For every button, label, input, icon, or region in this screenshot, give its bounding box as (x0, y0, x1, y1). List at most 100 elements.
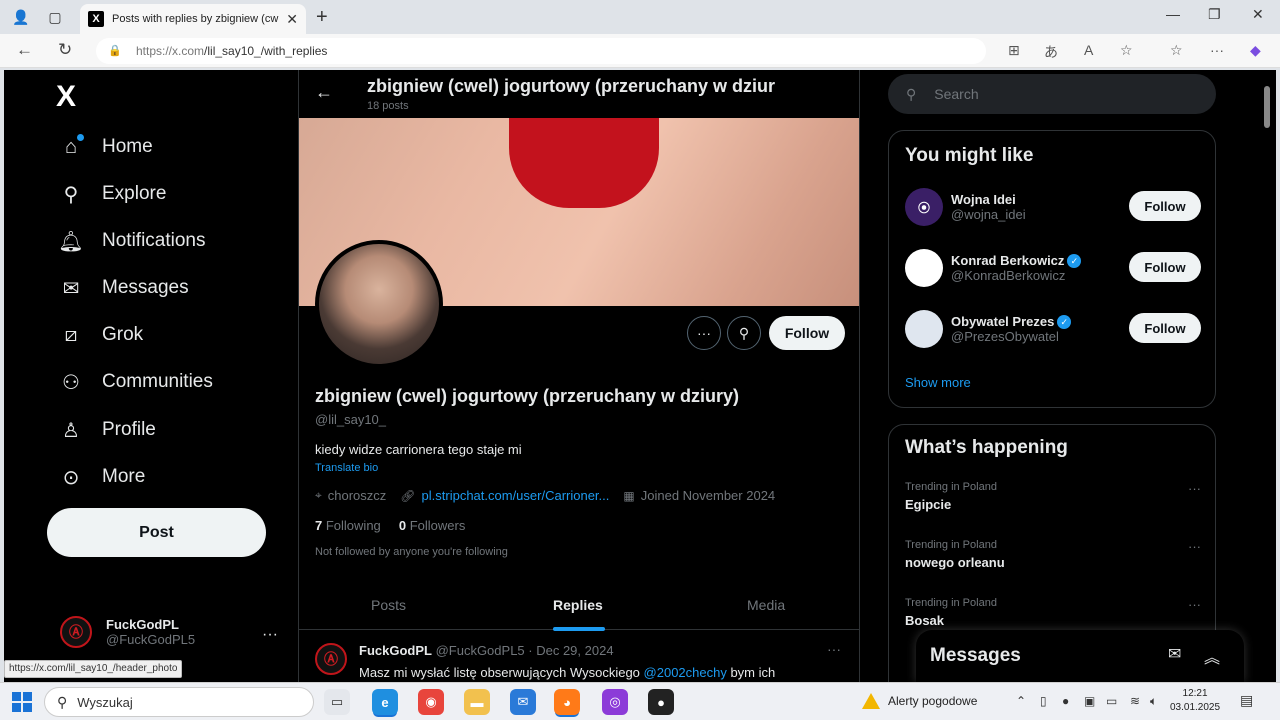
trend-context: Trending in Poland (905, 597, 997, 609)
translate-bio-link[interactable]: Translate bio (315, 462, 378, 474)
nav-item-communities[interactable]: ⚇ Communities (58, 362, 213, 402)
card-title: You might like (905, 145, 1034, 166)
tab-actions-icon[interactable]: ▢ (44, 6, 66, 28)
camera-icon[interactable]: ▣ (1084, 694, 1095, 708)
account-switcher[interactable]: Ⓐ FuckGodPL @FuckGodPL5 (60, 616, 195, 648)
tab-posts[interactable]: Posts (371, 580, 406, 630)
browser-tabbar: 👤 ▢ X Posts with replies by zbigniew (cw… (0, 0, 1280, 34)
tweet-author[interactable]: FuckGodPL (359, 643, 432, 658)
show-more-link[interactable]: Show more (905, 375, 971, 390)
apps-icon[interactable]: ⊞ (1008, 42, 1020, 59)
profile-avatar[interactable] (315, 240, 443, 368)
trend-more-icon[interactable]: ··· (1188, 597, 1201, 612)
nav-item-notifications[interactable]: 🔔︎ Notifications (58, 221, 205, 261)
warning-icon (862, 693, 880, 709)
nav-item-more[interactable]: ⊙ More (58, 457, 146, 497)
edge-icon[interactable]: e (372, 689, 398, 715)
tab-media[interactable]: Media (747, 580, 785, 630)
windows-start-icon[interactable] (12, 692, 32, 712)
close-window-icon[interactable]: ✕ (1252, 6, 1264, 23)
status-url: https://x.com/lil_say10_/header_photo (4, 660, 183, 678)
firefox-icon[interactable]: ◕ (554, 689, 580, 715)
verified-badge-icon: ✓ (1067, 254, 1082, 269)
copilot-icon[interactable]: ◆ (1250, 42, 1261, 59)
nav-item-grok[interactable]: ⧄ Grok (58, 315, 144, 355)
expand-chevron-icon[interactable]: ︽ (1204, 644, 1220, 668)
read-aloud-icon[interactable]: A (1084, 42, 1093, 58)
nav-item-messages[interactable]: ✉ Messages (58, 268, 189, 308)
minimize-icon[interactable]: — (1166, 6, 1180, 22)
back-arrow-icon[interactable]: ← (315, 82, 333, 103)
suggestion-item[interactable]: Konrad Berkowicz ✓ @KonradBerkowicz Follo… (905, 246, 1201, 290)
tab-replies[interactable]: Replies (553, 580, 603, 630)
more-options-icon[interactable]: ··· (687, 316, 721, 350)
app-icon[interactable]: ◎ (602, 689, 628, 715)
nav-label: Explore (102, 183, 167, 204)
trend-more-icon[interactable]: ··· (1188, 481, 1201, 496)
scrollbar[interactable] (1264, 86, 1270, 128)
people-icon: ⚇ (62, 371, 80, 394)
messages-drawer[interactable]: Messages ✉ ︽ (916, 630, 1244, 682)
account-more-icon[interactable]: ··· (262, 626, 278, 644)
right-sidebar: ⚲ Search You might like ⦿ Wojna Idei @wo… (860, 70, 1276, 682)
suggestion-name: Konrad Berkowicz ✓ (951, 253, 1082, 269)
suggestion-item[interactable]: ⦿ Wojna Idei @wojna_idei Follow (905, 185, 1201, 229)
left-nav: X ⌂ Home ⚲ Explore 🔔︎ Notifications ✉ Me… (4, 70, 298, 682)
trend-item[interactable]: Trending in Poland nowego orleanu ··· (905, 539, 1201, 579)
follow-button[interactable]: Follow (1129, 252, 1201, 282)
mic-icon[interactable]: ● (1062, 694, 1069, 708)
follow-button[interactable]: Follow (769, 316, 845, 350)
tray-chevron-icon[interactable]: ⌃ (1016, 694, 1026, 708)
new-message-icon[interactable]: ✉ (1168, 644, 1181, 664)
chrome-icon[interactable]: ◉ (418, 689, 444, 715)
suggestion-item[interactable]: Obywatel Prezes ✓ @PrezesObywatel Follow (905, 307, 1201, 351)
mail-icon[interactable]: ✉ (510, 689, 536, 715)
avatar[interactable]: Ⓐ (315, 643, 347, 675)
task-view-icon[interactable]: ▭ (324, 689, 350, 715)
follow-stats: 7 Following 0 Followers (315, 518, 465, 533)
menu-dots-icon[interactable]: ··· (1210, 42, 1224, 58)
translate-icon[interactable]: あ (1044, 42, 1058, 62)
envelope-icon: ✉ (62, 277, 80, 300)
weather-widget[interactable]: Alerty pogodowe (862, 693, 977, 709)
trend-context: Trending in Poland (905, 539, 997, 551)
browser-tab[interactable]: X Posts with replies by zbigniew (cw ✕ (80, 4, 306, 34)
clock[interactable]: 12:21 03.01.2025 (1170, 687, 1220, 715)
file-explorer-icon[interactable]: ▬ (464, 689, 490, 715)
nav-item-home[interactable]: ⌂ Home (58, 127, 153, 167)
post-button[interactable]: Post (47, 508, 266, 557)
url-bar[interactable]: 🔒 https://x.com/lil_say10_/with_replies (96, 38, 986, 64)
mention-link[interactable]: @2002chechy (644, 665, 727, 680)
tray-icon[interactable]: ▯ (1040, 694, 1047, 708)
followers-link[interactable]: 0 Followers (399, 518, 465, 533)
profile-icon[interactable]: 👤 (10, 6, 32, 28)
following-link[interactable]: 7 Following (315, 518, 381, 533)
app-icon[interactable]: ● (648, 689, 674, 715)
notification-icon[interactable]: ▤ (1240, 692, 1253, 709)
favorites-icon[interactable]: ☆ (1170, 42, 1183, 59)
x-logo-icon[interactable]: X (56, 80, 76, 114)
trend-more-icon[interactable]: ··· (1188, 539, 1201, 554)
profile-link[interactable]: pl.stripchat.com/user/Carrioner... (422, 488, 610, 503)
nav-item-profile[interactable]: ♙ Profile (58, 410, 156, 450)
wifi-icon[interactable]: ≋ (1130, 694, 1140, 708)
favorite-star-icon[interactable]: ☆ (1120, 42, 1133, 59)
header-title: zbigniew (cwel) jogurtowy (przeruchany w… (367, 76, 776, 96)
taskbar-search-input[interactable]: ⚲ Wyszukaj (44, 687, 314, 717)
suggestion-name: Wojna Idei (951, 192, 1016, 207)
follow-button[interactable]: Follow (1129, 191, 1201, 221)
search-input[interactable]: ⚲ Search (888, 74, 1216, 114)
tweet[interactable]: Ⓐ FuckGodPL @FuckGodPL5 · Dec 29, 2024 ·… (299, 631, 859, 682)
search-profile-icon[interactable]: ⚲ (727, 316, 761, 350)
refresh-icon[interactable]: ↻ (58, 40, 72, 60)
close-tab-icon[interactable]: ✕ (286, 11, 298, 28)
new-tab-icon[interactable]: + (316, 6, 328, 29)
trend-item[interactable]: Trending in Poland Egipcie ··· (905, 481, 1201, 521)
restore-icon[interactable]: ❐ (1208, 6, 1221, 23)
volume-icon[interactable]: 🔈︎ (1150, 694, 1157, 709)
follow-button[interactable]: Follow (1129, 313, 1201, 343)
nav-item-explore[interactable]: ⚲ Explore (58, 174, 167, 214)
battery-icon[interactable]: ▭ (1106, 694, 1117, 708)
tweet-more-icon[interactable]: ··· (827, 641, 841, 657)
back-icon[interactable]: ← (16, 40, 33, 60)
